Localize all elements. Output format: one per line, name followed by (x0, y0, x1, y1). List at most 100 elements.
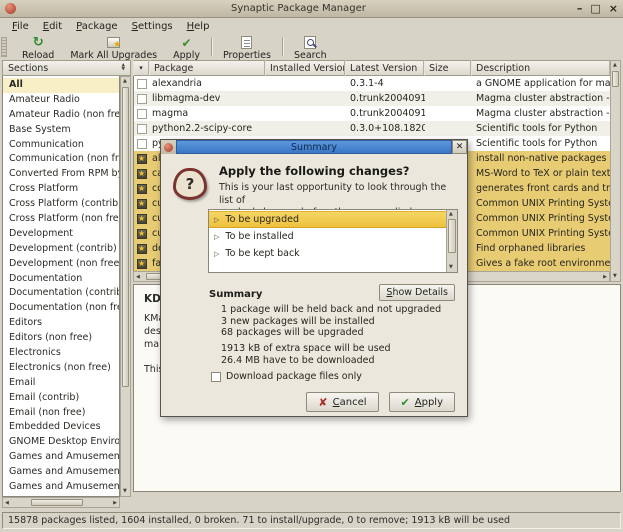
changes-tree-item[interactable]: ▷ To be installed (209, 228, 446, 245)
dialog-close-button[interactable]: ✕ (452, 140, 467, 154)
tree-vertical-scrollbar[interactable]: ▲ ▼ (446, 210, 457, 272)
dialog-body: ? Apply the following changes? This is y… (161, 154, 467, 418)
installed-version (266, 106, 346, 121)
reload-icon: ↻ (33, 36, 44, 49)
reload-button[interactable]: ↻ Reload (14, 35, 62, 61)
table-row[interactable]: ★ libmagma-dev 0.trunk20040913-1 Magma c… (134, 91, 610, 106)
section-item[interactable]: Email (3, 376, 119, 391)
expander-icon[interactable]: ▷ (214, 250, 219, 258)
package-name: libmagma-dev (150, 91, 266, 106)
section-item[interactable]: Documentation (contrib) (3, 286, 119, 301)
expander-icon[interactable]: ▷ (214, 233, 219, 241)
section-item[interactable]: Development (non free) (3, 257, 119, 272)
section-item[interactable]: Cross Platform (3, 182, 119, 197)
section-item[interactable]: Editors (3, 316, 119, 331)
status-column-header[interactable]: ▾ (133, 60, 149, 76)
sections-column-header[interactable]: Sections ▲▼ (2, 60, 131, 76)
section-item[interactable]: Editors (non free) (3, 331, 119, 346)
section-item[interactable]: GNOME Desktop Environme (3, 435, 119, 450)
section-item[interactable]: Games and Amusement (3, 450, 119, 465)
download-only-checkbox[interactable]: Download package files only (211, 371, 362, 382)
menu-item[interactable]: Settings (125, 20, 180, 33)
package-size (425, 106, 472, 121)
sections-horizontal-scrollbar[interactable]: ◀ ▶ (2, 497, 120, 508)
table-vertical-scrollbar[interactable]: ▲ ▼ (610, 60, 621, 282)
package-description: Common UNIX Printing System(tr (472, 226, 610, 241)
package-column-header[interactable]: Package (149, 60, 265, 76)
package-description: generates front cards and tray car (472, 181, 610, 196)
section-item[interactable]: Electronics (non free) (3, 361, 119, 376)
section-item[interactable]: Communication (3, 138, 119, 153)
mark-all-upgrades-icon: ★ (107, 37, 120, 48)
summary-sizes: 1913 kB of extra space will be used26.4 … (221, 343, 391, 366)
installed-version-column-header[interactable]: Installed Version (265, 60, 345, 76)
sections-vertical-scrollbar[interactable]: ▲ ▼ (120, 76, 131, 497)
section-item[interactable]: Cross Platform (contrib) (3, 197, 119, 212)
package-description: Gives a fake root environment (472, 256, 610, 271)
menu-item[interactable]: Help (180, 20, 217, 33)
section-item[interactable]: Cross Platform (non free) (3, 212, 119, 227)
package-name: magma (150, 106, 266, 121)
package-description: Scientific tools for Python (472, 136, 610, 151)
synaptic-window: Synaptic Package Manager – □ × FileEditP… (0, 0, 623, 532)
dialog-titlebar[interactable]: Summary ✕ (161, 140, 467, 154)
section-item[interactable]: Documentation (3, 272, 119, 287)
menu-item[interactable]: Edit (36, 20, 69, 33)
section-item[interactable]: Documentation (non free) (3, 301, 119, 316)
package-description: Find orphaned libraries (472, 241, 610, 256)
section-item[interactable]: Development (contrib) (3, 242, 119, 257)
window-titlebar[interactable]: Synaptic Package Manager – □ × (0, 0, 623, 18)
menu-item[interactable]: Package (69, 20, 124, 33)
package-description: Magma cluster abstraction - tool (472, 106, 610, 121)
section-item[interactable]: Communication (non free) (3, 152, 119, 167)
package-status-icon: ★ (137, 244, 147, 254)
section-item[interactable]: Electronics (3, 346, 119, 361)
apply-dialog-button[interactable]: ✔ Apply (389, 392, 455, 412)
apply-button[interactable]: ✔ Apply (165, 35, 208, 61)
changes-tree-item[interactable]: ▷ To be kept back (209, 245, 446, 262)
section-item[interactable]: Development (3, 227, 119, 242)
close-button[interactable]: × (609, 3, 618, 14)
cancel-button[interactable]: ✘ Cancel (306, 392, 378, 412)
latest-version: 0.trunk20040913-1 (346, 106, 425, 121)
sections-pane: Sections ▲▼ AllAmateur RadioAmateur Radi… (2, 60, 131, 508)
search-button[interactable]: Search (286, 35, 335, 61)
expander-icon[interactable]: ▷ (214, 216, 219, 224)
summary-line: 26.4 MB have to be downloaded (221, 355, 391, 367)
minimize-button[interactable]: – (577, 3, 583, 14)
section-item[interactable]: All (3, 78, 119, 93)
changes-tree-item[interactable]: ▷ To be upgraded (209, 211, 446, 228)
toolbar-separator (282, 37, 283, 56)
section-item[interactable]: Amateur Radio (non free) (3, 108, 119, 123)
section-item[interactable]: Embedded Devices (3, 420, 119, 435)
description-column-header[interactable]: Description (471, 60, 610, 76)
question-icon: ? (173, 168, 207, 200)
section-item[interactable]: Games and Amusement (co (3, 465, 119, 480)
properties-button[interactable]: Properties (215, 35, 279, 61)
toolbar: ↻ Reload ★ Mark All Upgrades ✔ Apply Pro… (0, 35, 623, 60)
checkbox-box[interactable] (211, 372, 221, 382)
maximize-button[interactable]: □ (590, 3, 600, 14)
section-item[interactable]: Email (contrib) (3, 391, 119, 406)
section-item[interactable]: Base System (3, 123, 119, 138)
toolbar-gripper[interactable] (1, 37, 7, 57)
package-status-icon: ★ (137, 229, 147, 239)
show-details-button[interactable]: Show Details (379, 284, 455, 301)
size-column-header[interactable]: Size (424, 60, 471, 76)
table-row[interactable]: ★ magma 0.trunk20040913-1 Magma cluster … (134, 106, 610, 121)
table-row[interactable]: ★ alexandria 0.3.1-4 a GNOME application… (134, 76, 610, 91)
package-size (425, 121, 472, 136)
section-item[interactable]: Games and Amusement (n (3, 480, 119, 495)
section-item[interactable]: Converted From RPM by Alie (3, 167, 119, 182)
latest-version-column-header[interactable]: Latest Version (345, 60, 424, 76)
menu-item[interactable]: File (5, 20, 36, 33)
section-item[interactable]: Amateur Radio (3, 93, 119, 108)
changes-tree-label: To be installed (225, 231, 293, 242)
table-row[interactable]: ★ python2.2-scipy-core 0.3.0+108.1820-1 … (134, 121, 610, 136)
sections-list: AllAmateur RadioAmateur Radio (non free)… (2, 76, 120, 497)
mark-all-upgrades-button[interactable]: ★ Mark All Upgrades (62, 35, 165, 61)
summary-line: 68 packages will be upgraded (221, 327, 441, 339)
summary-dialog: Summary ✕ ? Apply the following changes?… (160, 139, 468, 417)
section-item[interactable]: Email (non free) (3, 406, 119, 421)
package-name: python2.2-scipy-core (150, 121, 266, 136)
